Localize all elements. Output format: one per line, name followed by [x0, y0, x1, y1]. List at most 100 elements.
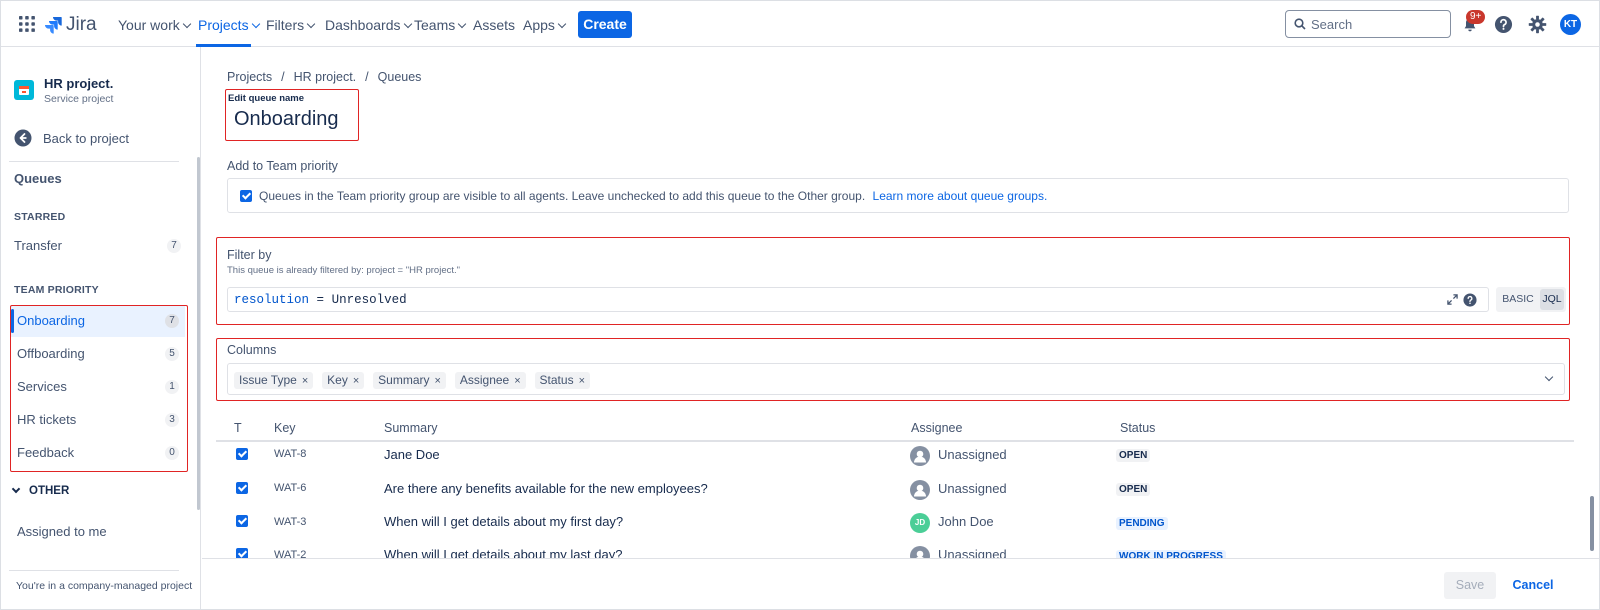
table-row[interactable]: WAT-8 Jane Doe Unassigned OPEN — [216, 443, 1574, 476]
issue-summary[interactable]: When will I get details about my first d… — [384, 514, 623, 529]
status-badge: WORK IN PROGRESS — [1116, 550, 1226, 558]
remove-tag-icon[interactable]: × — [514, 375, 520, 387]
save-button[interactable]: Save — [1444, 572, 1496, 599]
nav-projects[interactable]: Projects — [198, 17, 260, 33]
project-type-footer: You're in a company-managed project — [16, 580, 193, 592]
issue-summary[interactable]: Are there any benefits available for the… — [384, 481, 708, 496]
issue-assignee: Unassigned — [938, 481, 1007, 496]
help-button[interactable] — [1493, 14, 1513, 34]
jira-logo[interactable]: Jira — [44, 14, 97, 36]
user-avatar[interactable]: KT — [1560, 14, 1581, 35]
column-tag-label: Issue Type — [239, 373, 297, 387]
remove-tag-icon[interactable]: × — [353, 375, 359, 387]
column-tag: Summary × — [373, 372, 446, 389]
highlight-team-priority-box — [10, 305, 188, 472]
table-row[interactable]: WAT-6 Are there any benefits available f… — [216, 476, 1574, 509]
columns-section: Columns Issue Type × Key × Summary × Assign… — [216, 338, 1570, 401]
remove-tag-icon[interactable]: × — [579, 375, 585, 387]
starred-heading: STARRED — [14, 211, 66, 223]
header-key: Key — [274, 421, 296, 435]
project-icon — [19, 86, 29, 95]
other-group-toggle[interactable]: OTHER — [11, 484, 70, 497]
issue-key[interactable]: WAT-6 — [274, 482, 306, 494]
chevron-down-icon — [306, 19, 316, 29]
table-row[interactable]: WAT-2 When will I get details about my l… — [216, 542, 1574, 558]
sidebar-scrollbar[interactable] — [197, 157, 200, 510]
nav-apps[interactable]: Apps — [523, 17, 567, 33]
help-icon[interactable] — [1463, 293, 1477, 307]
page-scrollbar[interactable] — [1590, 496, 1594, 551]
jql-mode-button[interactable]: JQL — [1540, 289, 1564, 310]
table-header: T Key Summary Assignee Status — [216, 415, 1574, 442]
nav-assets[interactable]: Assets — [473, 17, 515, 33]
settings-button[interactable] — [1527, 14, 1547, 34]
jql-field: resolution — [234, 293, 310, 307]
sidebar-item-label: Assigned to me — [17, 524, 107, 539]
nav-teams[interactable]: Teams — [414, 17, 467, 33]
chevron-down-icon[interactable] — [1544, 372, 1554, 382]
back-to-project-link[interactable]: Back to project — [14, 129, 129, 147]
app-name: Jira — [66, 14, 97, 35]
top-navigation: Jira Your work Projects Filters Dashboar… — [1, 1, 1599, 47]
arrow-left-icon — [14, 129, 32, 147]
remove-tag-icon[interactable]: × — [302, 375, 308, 387]
team-priority-text: Queues in the Team priority group are vi… — [259, 189, 866, 203]
app-switcher-icon[interactable] — [18, 15, 36, 33]
column-tag: Assignee × — [454, 372, 526, 389]
table-row[interactable]: WAT-3 When will I get details about my f… — [216, 509, 1574, 542]
search-placeholder: Search — [1311, 17, 1353, 32]
breadcrumb-queues[interactable]: Queues — [378, 70, 422, 84]
assignee-avatar: JD — [910, 513, 930, 533]
nav-label: Teams — [414, 17, 456, 33]
nav-your-work[interactable]: Your work — [118, 17, 191, 33]
issue-key[interactable]: WAT-2 — [274, 549, 306, 558]
project-name[interactable]: HR project. — [44, 76, 113, 91]
learn-more-link[interactable]: Learn more about queue groups. — [873, 189, 1048, 203]
issue-summary[interactable]: When will I get details about my last da… — [384, 547, 622, 558]
notifications-badge: 9+ — [1466, 10, 1486, 24]
column-tag-label: Status — [539, 373, 574, 387]
team-priority-label: Add to Team priority — [227, 159, 338, 173]
app-window: Jira Your work Projects Filters Dashboar… — [0, 0, 1600, 610]
search-input[interactable]: Search — [1285, 10, 1451, 38]
divider — [9, 570, 179, 571]
issue-type-icon — [236, 548, 248, 558]
sidebar-item-assigned-to-me[interactable]: Assigned to me — [11, 514, 185, 547]
cancel-button[interactable]: Cancel — [1508, 572, 1558, 599]
unassigned-avatar-icon — [910, 480, 930, 500]
other-heading: OTHER — [29, 485, 70, 497]
team-priority-description: Queues in the Team priority group are vi… — [259, 189, 1047, 203]
team-priority-checkbox[interactable] — [240, 190, 252, 202]
nav-filters[interactable]: Filters — [266, 17, 316, 33]
remove-tag-icon[interactable]: × — [435, 375, 441, 387]
jql-operator: = — [316, 293, 325, 307]
nav-label: Assets — [473, 17, 516, 33]
issue-key[interactable]: WAT-3 — [274, 516, 306, 528]
sidebar-item-transfer[interactable]: Transfer 7 — [1, 234, 189, 256]
status-badge: OPEN — [1116, 483, 1151, 496]
expand-icon[interactable] — [1447, 294, 1458, 305]
nav-dashboards[interactable]: Dashboards — [325, 17, 412, 33]
help-icon — [1494, 15, 1512, 33]
issue-key[interactable]: WAT-8 — [274, 448, 306, 460]
project-avatar — [14, 80, 34, 100]
chevron-down-icon — [457, 19, 467, 29]
status-badge: OPEN — [1116, 449, 1151, 462]
columns-select[interactable]: Issue Type × Key × Summary × Assignee × Stat… — [227, 363, 1565, 395]
jql-query: resolution = Unresolved — [234, 293, 407, 307]
nav-label: Filters — [266, 17, 305, 33]
queue-name-field[interactable]: Onboarding — [234, 108, 339, 131]
team-priority-panel: Queues in the Team priority group are vi… — [227, 178, 1569, 213]
column-tag-label: Assignee — [459, 373, 510, 387]
create-button[interactable]: Create — [578, 11, 632, 38]
jql-input[interactable]: resolution = Unresolved — [227, 287, 1489, 312]
column-tag-label: Key — [327, 373, 348, 387]
search-icon — [1294, 18, 1306, 30]
issue-summary[interactable]: Jane Doe — [384, 447, 440, 462]
queue-name-editor[interactable]: Edit queue name Onboarding — [225, 89, 359, 141]
basic-mode-button[interactable]: BASIC — [1498, 289, 1538, 310]
breadcrumb-projects[interactable]: Projects — [227, 70, 272, 84]
back-to-project-label: Back to project — [43, 130, 129, 146]
breadcrumb-project[interactable]: HR project. — [294, 70, 357, 84]
columns-label: Columns — [227, 343, 277, 357]
